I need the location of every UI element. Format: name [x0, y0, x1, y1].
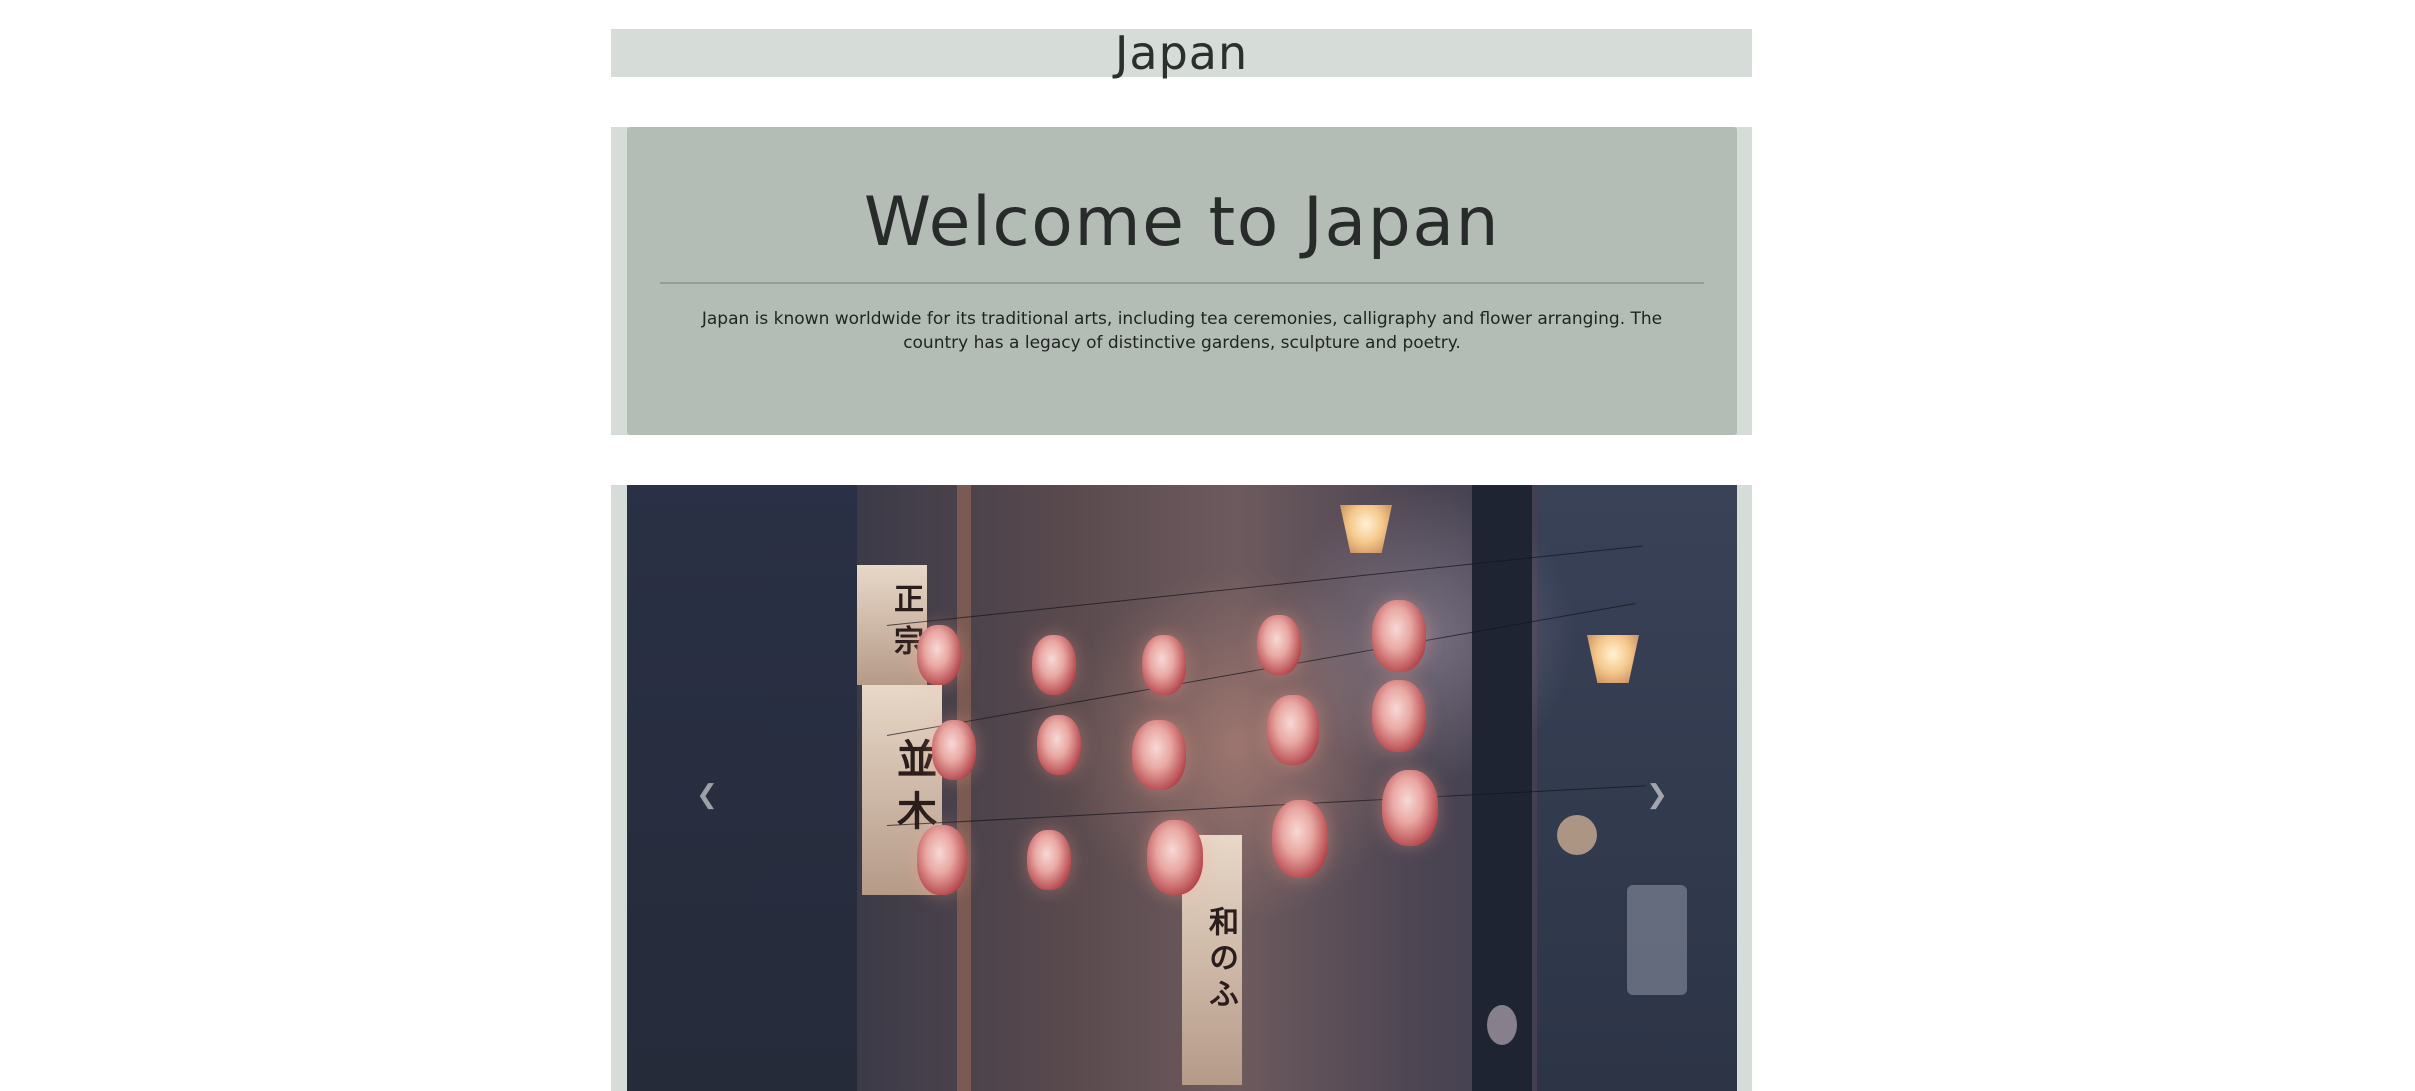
carousel-next-button[interactable]: ❯	[1627, 765, 1687, 825]
paper-lantern	[1142, 635, 1186, 695]
carousel-slide-image: 正宗 並木 和のふ	[627, 485, 1737, 1091]
intro-section: Welcome to Japan Japan is known worldwid…	[611, 127, 1752, 435]
paper-lantern	[917, 825, 967, 895]
bokeh-light	[1627, 885, 1687, 995]
paper-lantern	[1272, 800, 1328, 878]
photo-carousel[interactable]: 正宗 並木 和のふ ❮ ❯	[627, 485, 1737, 1091]
carousel-prev-button[interactable]: ❮	[677, 765, 737, 825]
paper-lantern	[1372, 600, 1426, 672]
site-header: Japan	[611, 29, 1752, 77]
carousel-section: 正宗 並木 和のふ ❮ ❯	[611, 485, 1752, 1091]
utility-pole	[1472, 485, 1532, 1091]
paper-lantern	[1037, 715, 1081, 775]
intro-paragraph: Japan is known worldwide for its traditi…	[701, 309, 1663, 353]
bokeh-light	[1487, 1005, 1517, 1045]
paper-lantern	[1372, 680, 1426, 752]
welcome-heading: Welcome to Japan	[863, 183, 1501, 262]
divider	[660, 282, 1704, 284]
bokeh-light	[1557, 815, 1597, 855]
chevron-left-icon: ❮	[696, 780, 718, 810]
chevron-right-icon: ❯	[1646, 780, 1668, 810]
paper-lantern	[1147, 820, 1203, 895]
paper-lantern	[1027, 830, 1071, 890]
paper-lantern	[1132, 720, 1186, 790]
building-left	[627, 485, 857, 1091]
paper-lantern	[932, 720, 976, 780]
paper-lantern	[1382, 770, 1438, 846]
site-title: Japan	[1114, 26, 1249, 80]
paper-lantern	[1032, 635, 1076, 695]
paper-lantern	[917, 625, 961, 685]
paper-lantern	[1267, 695, 1319, 765]
intro-jumbotron: Welcome to Japan Japan is known worldwid…	[627, 127, 1737, 435]
light-glow	[1277, 485, 1577, 785]
paper-lantern	[1257, 615, 1301, 675]
utility-pole	[957, 485, 971, 1091]
